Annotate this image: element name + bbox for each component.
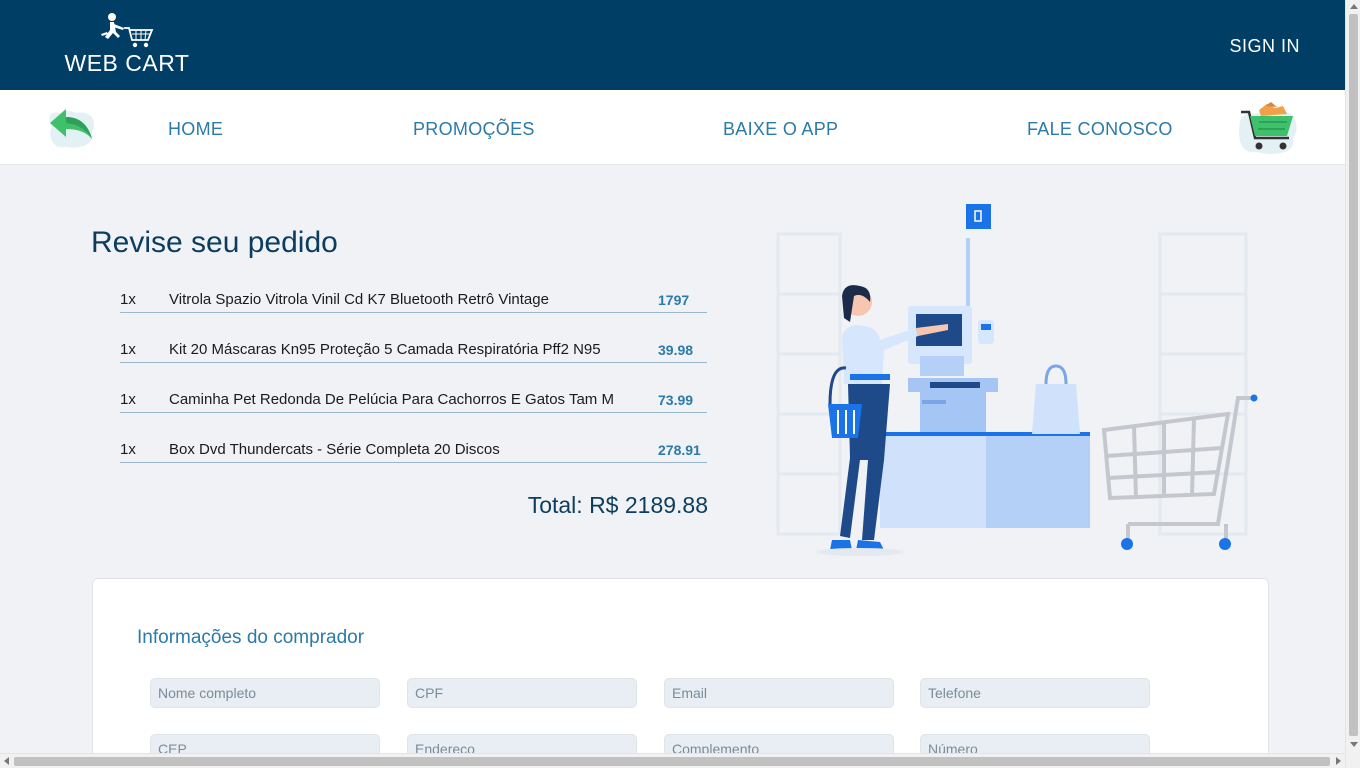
item-quantity: 1x xyxy=(120,441,136,458)
order-item: 1x Box Dvd Thundercats - Série Completa … xyxy=(120,441,707,463)
item-name: Caminha Pet Redonda De Pelúcia Para Cach… xyxy=(169,391,614,408)
vertical-scrollbar[interactable] xyxy=(1345,0,1360,768)
item-price: 39.98 xyxy=(658,342,694,358)
phone-field[interactable] xyxy=(920,678,1150,708)
item-name: Kit 20 Máscaras Kn95 Proteção 5 Camada R… xyxy=(169,341,601,358)
buyer-info-title: Informações do comprador xyxy=(137,627,365,648)
horizontal-scroll-thumb[interactable] xyxy=(14,757,1330,766)
item-name: Box Dvd Thundercats - Série Completa 20 … xyxy=(169,441,500,458)
logo-text: WEB CART xyxy=(64,50,190,76)
cpf-field[interactable] xyxy=(407,678,637,708)
order-item: 1x Caminha Pet Redonda De Pelúcia Para C… xyxy=(120,391,707,413)
sign-in-link[interactable]: SIGN IN xyxy=(1229,36,1300,57)
horizontal-scrollbar[interactable] xyxy=(0,753,1345,768)
order-item: 1x Kit 20 Máscaras Kn95 Proteção 5 Camad… xyxy=(120,341,707,363)
order-item: 1x Vitrola Spazio Vitrola Vinil Cd K7 Bl… xyxy=(120,291,707,313)
nav-home[interactable]: HOME xyxy=(168,119,223,140)
item-price: 278.91 xyxy=(658,442,701,458)
nav-bar: HOME PROMOÇÕES BAIXE O APP FALE CONOSCO xyxy=(0,90,1345,165)
shopping-cart-icon[interactable] xyxy=(1237,98,1299,158)
item-quantity: 1x xyxy=(120,391,136,408)
item-quantity: 1x xyxy=(120,341,136,358)
scroll-left-icon[interactable] xyxy=(4,757,9,765)
back-arrow-icon[interactable] xyxy=(46,97,98,153)
vertical-scroll-thumb[interactable] xyxy=(1349,14,1358,736)
order-total: Total: R$ 2189.88 xyxy=(527,492,708,518)
scroll-up-icon[interactable] xyxy=(1350,4,1358,9)
item-quantity: 1x xyxy=(120,291,136,308)
nav-baixe-o-app[interactable]: BAIXE O APP xyxy=(723,119,838,140)
nav-promocoes[interactable]: PROMOÇÕES xyxy=(413,119,535,140)
item-price: 1797 xyxy=(658,292,690,308)
self-checkout-illustration xyxy=(776,204,1258,556)
scroll-down-icon[interactable] xyxy=(1350,742,1358,747)
top-bar: WEB CART SIGN IN xyxy=(0,0,1345,90)
shopper-cart-icon xyxy=(101,13,154,48)
logo[interactable]: WEB CART xyxy=(60,12,194,76)
nav-fale-conosco[interactable]: FALE CONOSCO xyxy=(1027,119,1173,140)
item-price: 73.99 xyxy=(658,392,694,408)
review-title: Revise seu pedido xyxy=(91,226,338,259)
email-field[interactable] xyxy=(664,678,894,708)
full-name-field[interactable] xyxy=(150,678,380,708)
scroll-right-icon[interactable] xyxy=(1336,757,1341,765)
item-name: Vitrola Spazio Vitrola Vinil Cd K7 Bluet… xyxy=(169,291,549,308)
